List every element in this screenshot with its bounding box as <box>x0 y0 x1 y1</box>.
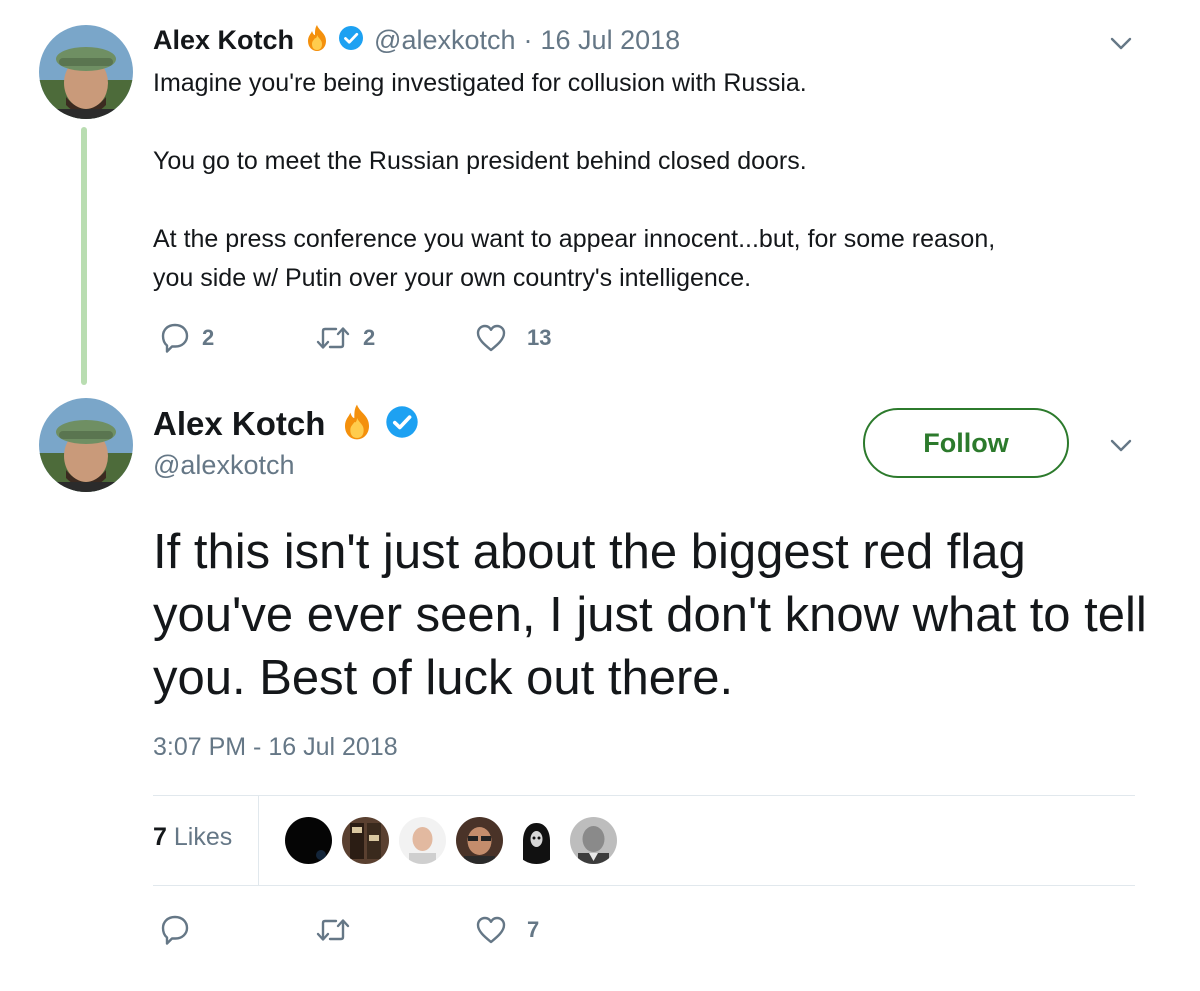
tweet-text-line: You go to meet the Russian president beh… <box>153 147 807 175</box>
retweet-icon <box>316 919 350 941</box>
heart-icon <box>476 916 506 944</box>
heart-icon <box>476 324 506 352</box>
tweet2-actions: 7 <box>160 914 539 946</box>
like-button[interactable]: 7 <box>475 915 539 945</box>
like-button[interactable]: 13 <box>475 323 551 353</box>
avatar[interactable] <box>39 398 133 492</box>
author-name[interactable]: Alex Kotch <box>153 405 325 443</box>
tweet1-text: Imagine you're being investigated for co… <box>153 64 1133 298</box>
retweet-count: 2 <box>363 325 376 350</box>
reply-button[interactable]: 2 <box>160 322 315 354</box>
likes-label: Likes <box>173 823 233 851</box>
author-handle[interactable]: @alexkotch <box>153 450 294 481</box>
likes-stat[interactable]: 7 Likes <box>153 823 232 852</box>
liker-avatars <box>285 817 627 864</box>
like-count: 7 <box>527 917 540 942</box>
author-name[interactable]: Alex Kotch <box>153 25 294 56</box>
fire-emoji-icon <box>337 402 377 447</box>
tweet-text-line: At the press conference you want to appe… <box>153 225 996 253</box>
retweet-button[interactable]: 2 <box>315 323 475 353</box>
avatar-photo <box>39 25 133 119</box>
reply-count: 2 <box>202 325 215 350</box>
separator-dot: · <box>523 24 533 55</box>
avatar[interactable] <box>39 25 133 119</box>
reply-icon <box>161 323 189 353</box>
verified-badge-icon <box>385 405 419 444</box>
retweet-button[interactable] <box>315 915 475 945</box>
liker-avatar[interactable] <box>570 817 617 864</box>
liker-avatar[interactable] <box>342 817 389 864</box>
chevron-down-icon[interactable] <box>1108 432 1134 458</box>
follow-button[interactable]: Follow <box>863 408 1069 478</box>
tweet-timestamp[interactable]: 3:07 PM - 16 Jul 2018 <box>153 733 398 762</box>
retweet-icon <box>316 327 350 349</box>
tweet-text-line: Imagine you're being investigated for co… <box>153 69 807 97</box>
chevron-down-icon[interactable] <box>1108 30 1134 56</box>
author-handle[interactable]: @alexkotch <box>374 25 515 56</box>
divider <box>153 885 1135 886</box>
reply-icon <box>161 915 189 945</box>
tweet-date[interactable]: 16 Jul 2018 <box>541 25 681 56</box>
tweet2-header: Alex Kotch <box>153 400 419 448</box>
reply-button[interactable] <box>160 914 315 946</box>
likes-count: 7 <box>153 823 167 851</box>
avatar-photo <box>39 398 133 492</box>
liker-avatar[interactable] <box>285 817 332 864</box>
liker-avatar[interactable] <box>513 817 560 864</box>
tweet-text-line: you side w/ Putin over your own country'… <box>153 264 752 292</box>
divider <box>258 796 259 885</box>
tweet2-text: If this isn't just about the biggest red… <box>153 525 1147 705</box>
like-count: 13 <box>527 325 552 350</box>
verified-badge-icon <box>338 25 364 56</box>
fire-emoji-icon <box>302 23 332 58</box>
tweet1-header: Alex Kotch @alexkotch · 16 Jul 2018 <box>153 22 680 58</box>
tweet1-actions: 2 2 13 <box>160 322 551 354</box>
divider <box>153 795 1135 796</box>
liker-avatar[interactable] <box>399 817 446 864</box>
liker-avatar[interactable] <box>456 817 503 864</box>
thread-connector <box>81 127 87 385</box>
